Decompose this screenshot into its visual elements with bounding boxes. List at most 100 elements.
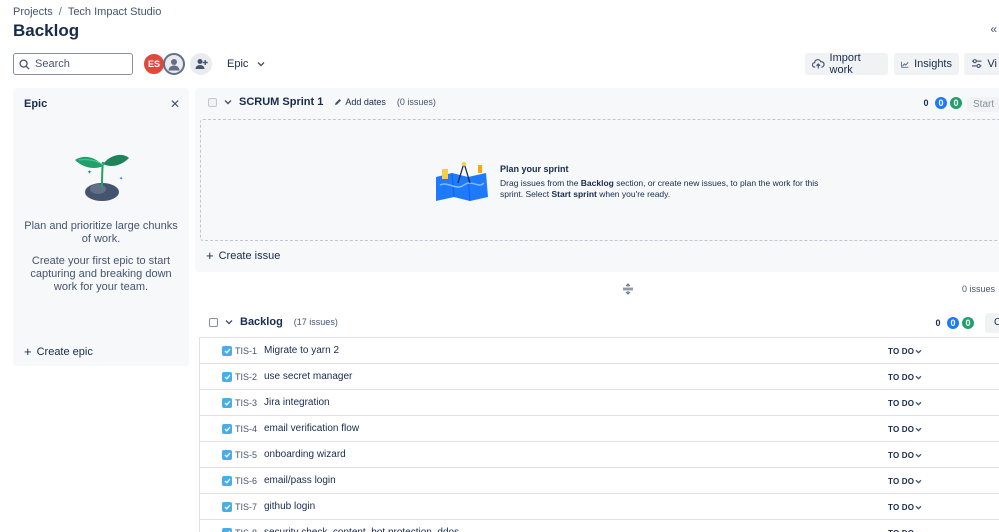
sprint-drop-zone[interactable]: Plan your sprint Drag issues from the Ba… bbox=[200, 119, 999, 241]
status-dropdown[interactable]: TO DO bbox=[888, 451, 922, 460]
epic-panel-description: Plan and prioritize large chunks of work… bbox=[24, 220, 178, 245]
issue-summary[interactable]: Jira integration bbox=[264, 397, 330, 408]
backlog-select-checkbox[interactable] bbox=[209, 317, 218, 327]
chevron-down-icon[interactable] bbox=[225, 319, 233, 325]
task-icon bbox=[222, 528, 232, 532]
issue-summary[interactable]: Migrate to yarn 2 bbox=[264, 345, 339, 356]
chevron-down-icon bbox=[915, 453, 922, 458]
table-row[interactable]: TIS-8 security check, content, bot protec… bbox=[199, 520, 999, 532]
breadcrumb-projects[interactable]: Projects bbox=[13, 6, 53, 18]
import-work-button[interactable]: Import work bbox=[805, 52, 888, 76]
close-icon[interactable]: ✕ bbox=[170, 97, 180, 111]
issue-summary[interactable]: security check, content, bot protection,… bbox=[264, 527, 459, 532]
sprint-map-illustration bbox=[436, 162, 488, 201]
breadcrumb: Projects / Tech Impact Studio bbox=[13, 6, 161, 18]
search-icon bbox=[19, 58, 30, 70]
issue-key[interactable]: TIS-3 bbox=[235, 398, 257, 408]
issue-summary[interactable]: github login bbox=[264, 501, 315, 512]
svg-text:✦: ✦ bbox=[87, 169, 92, 176]
create-issue-label: Create issue bbox=[218, 249, 281, 262]
backlog-header: Backlog (17 issues) bbox=[209, 316, 338, 328]
add-people-button[interactable] bbox=[190, 53, 212, 75]
issue-summary[interactable]: onboarding wizard bbox=[264, 449, 346, 460]
status-dropdown[interactable]: TO DO bbox=[888, 425, 922, 434]
breadcrumb-separator: / bbox=[58, 6, 62, 18]
chevron-down-icon bbox=[915, 375, 922, 380]
plan-sprint-title: Plan your sprint bbox=[500, 164, 569, 174]
import-work-label: Import work bbox=[829, 52, 861, 76]
table-row[interactable]: TIS-3 Jira integration TO DO bbox=[199, 390, 999, 416]
status-dropdown[interactable]: TO DO bbox=[888, 477, 922, 486]
todo-count: 0 bbox=[923, 98, 929, 108]
issue-key[interactable]: TIS-7 bbox=[235, 502, 257, 512]
plan-text-part: Drag issues from the bbox=[500, 178, 581, 188]
collapse-icon[interactable]: « bbox=[990, 22, 997, 36]
svg-text:✦: ✦ bbox=[119, 176, 123, 182]
plan-text-part: when you're ready. bbox=[596, 189, 671, 199]
epic-filter[interactable]: Epic bbox=[227, 58, 265, 70]
done-count: 0 bbox=[950, 97, 962, 109]
status-dropdown[interactable]: TO DO bbox=[888, 347, 922, 356]
create-epic-button[interactable]: + Create epic bbox=[24, 344, 93, 359]
issue-key[interactable]: TIS-6 bbox=[235, 476, 257, 486]
add-dates-button[interactable]: Add dates bbox=[334, 97, 386, 107]
resize-handle-icon[interactable] bbox=[622, 283, 634, 295]
add-dates-label: Add dates bbox=[345, 97, 386, 107]
issue-key[interactable]: TIS-4 bbox=[235, 424, 257, 434]
plus-icon: + bbox=[206, 248, 214, 263]
issue-key[interactable]: TIS-2 bbox=[235, 372, 257, 382]
sprint-name: SCRUM Sprint 1 bbox=[239, 96, 324, 108]
view-settings-button[interactable]: Vi bbox=[964, 53, 999, 75]
issue-summary[interactable]: email verification flow bbox=[264, 423, 359, 434]
issue-key[interactable]: TIS-1 bbox=[235, 346, 257, 356]
task-icon bbox=[222, 424, 232, 434]
status-dropdown[interactable]: TO DO bbox=[888, 399, 922, 408]
status-label: TO DO bbox=[888, 373, 915, 382]
table-row[interactable]: TIS-5 onboarding wizard TO DO bbox=[199, 442, 999, 468]
pencil-icon bbox=[335, 99, 342, 105]
cloud-upload-icon bbox=[812, 59, 825, 69]
seedling-illustration: ✦ ✦ bbox=[75, 154, 129, 201]
table-row[interactable]: TIS-4 email verification flow TO DO bbox=[199, 416, 999, 442]
status-label: TO DO bbox=[888, 477, 915, 486]
create-issue-button[interactable]: + Create issue bbox=[206, 248, 280, 263]
search-box[interactable] bbox=[13, 53, 133, 75]
backlog-issue-list: TIS-1 Migrate to yarn 2 TO DO TIS-2 use secr… bbox=[199, 337, 999, 532]
unassigned-avatar[interactable] bbox=[163, 53, 185, 75]
task-icon bbox=[222, 398, 232, 408]
table-row[interactable]: TIS-1 Migrate to yarn 2 TO DO bbox=[199, 338, 999, 364]
chart-line-icon bbox=[901, 61, 909, 68]
start-sprint-button[interactable]: Start bbox=[967, 97, 999, 112]
epic-panel-title: Epic bbox=[24, 98, 48, 110]
issue-summary[interactable]: use secret manager bbox=[264, 371, 352, 382]
table-row[interactable]: TIS-6 email/pass login TO DO bbox=[199, 468, 999, 494]
table-row[interactable]: TIS-2 use secret manager TO DO bbox=[199, 364, 999, 390]
task-icon bbox=[222, 502, 232, 512]
chevron-down-icon bbox=[915, 505, 922, 510]
sprint-issues-total: 0 issues bbox=[962, 284, 996, 294]
status-dropdown[interactable]: TO DO bbox=[888, 373, 922, 382]
avatar[interactable]: ES bbox=[143, 53, 165, 75]
page-title: Backlog bbox=[13, 21, 80, 40]
sprint-select-checkbox[interactable] bbox=[208, 97, 217, 107]
create-sprint-button[interactable]: C bbox=[985, 313, 999, 333]
breadcrumb-project[interactable]: Tech Impact Studio bbox=[68, 6, 162, 18]
insights-button[interactable]: Insights bbox=[894, 53, 959, 75]
sprint-header: SCRUM Sprint 1 Add dates (0 issues) bbox=[208, 96, 436, 108]
chevron-down-icon bbox=[915, 479, 922, 484]
table-row[interactable]: TIS-7 github login TO DO bbox=[199, 494, 999, 520]
issue-key[interactable]: TIS-5 bbox=[235, 450, 257, 460]
epic-filter-label: Epic bbox=[227, 58, 249, 70]
plan-sprint-description: Drag issues from the Backlog section, or… bbox=[500, 178, 820, 200]
issue-summary[interactable]: email/pass login bbox=[264, 475, 336, 486]
status-label: TO DO bbox=[888, 451, 915, 460]
chevron-down-icon[interactable] bbox=[224, 99, 232, 105]
issue-key[interactable]: TIS-8 bbox=[235, 528, 257, 532]
search-input[interactable] bbox=[35, 58, 130, 70]
person-icon bbox=[168, 59, 180, 71]
plan-text-bold: Start sprint bbox=[551, 189, 597, 199]
chevron-down-icon bbox=[915, 349, 922, 354]
sprint-issue-count: (0 issues) bbox=[396, 97, 436, 107]
backlog-name: Backlog bbox=[240, 316, 283, 328]
status-dropdown[interactable]: TO DO bbox=[888, 503, 922, 512]
